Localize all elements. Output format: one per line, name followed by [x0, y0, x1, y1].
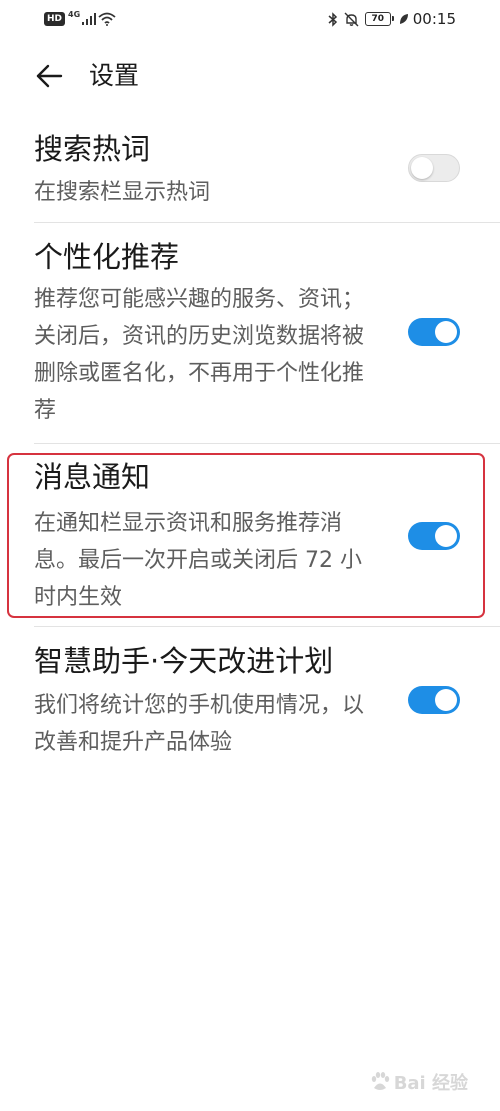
- toggle-search-hotwords[interactable]: [408, 154, 460, 182]
- hd-badge: HD: [44, 12, 66, 26]
- wifi-icon: [98, 12, 116, 26]
- watermark-text: Bai 经验: [393, 1073, 468, 1094]
- battery-level: 70: [371, 13, 385, 24]
- battery-indicator: 70: [364, 12, 394, 26]
- signal-icon: [82, 13, 97, 25]
- toggle-personalized-recommendation[interactable]: [408, 318, 460, 346]
- bell-mute-icon: [344, 12, 359, 27]
- clock: 00:15: [412, 10, 456, 28]
- setting-personalized-recommendation[interactable]: 个性化推荐 推荐您可能感兴趣的服务、资讯； 关闭后，资讯的历史浏览数据将被删除或…: [0, 223, 500, 443]
- leaf-icon: [399, 13, 409, 25]
- page-title: 设置: [89, 61, 140, 90]
- status-left: HD 4G: [44, 9, 116, 29]
- paw-logo-icon: [369, 1071, 391, 1093]
- arrow-left-icon: [35, 64, 63, 88]
- setting-search-hotwords[interactable]: 搜索热词 在搜索栏显示热词: [0, 122, 500, 222]
- annotation-highlight-box: [7, 453, 485, 618]
- toggle-smart-assistant-improvement[interactable]: [408, 686, 460, 714]
- setting-title: 智慧助手·今天改进计划: [34, 644, 334, 678]
- back-button[interactable]: [32, 60, 66, 92]
- header: 设置: [0, 50, 500, 102]
- status-bar: HD 4G 70 00:15: [0, 0, 500, 38]
- network-type-label: 4G: [68, 10, 81, 19]
- setting-description: 在搜索栏显示热词: [34, 180, 211, 205]
- setting-description: 推荐您可能感兴趣的服务、资讯； 关闭后，资讯的历史浏览数据将被删除或匿名化，不再…: [34, 287, 365, 423]
- setting-description: 我们将统计您的手机使用情况，以改善和提升产品体验: [34, 693, 365, 755]
- setting-smart-assistant-improvement[interactable]: 智慧助手·今天改进计划 我们将统计您的手机使用情况，以改善和提升产品体验: [0, 627, 500, 777]
- status-right: 70 00:15: [328, 9, 456, 29]
- setting-title: 搜索热词: [34, 132, 151, 166]
- toggle-knob: [411, 157, 433, 179]
- toggle-knob: [435, 689, 457, 711]
- setting-title: 个性化推荐: [34, 240, 180, 274]
- bluetooth-icon: [328, 11, 338, 27]
- toggle-knob: [435, 321, 457, 343]
- watermark: Bai 经验: [369, 1069, 468, 1095]
